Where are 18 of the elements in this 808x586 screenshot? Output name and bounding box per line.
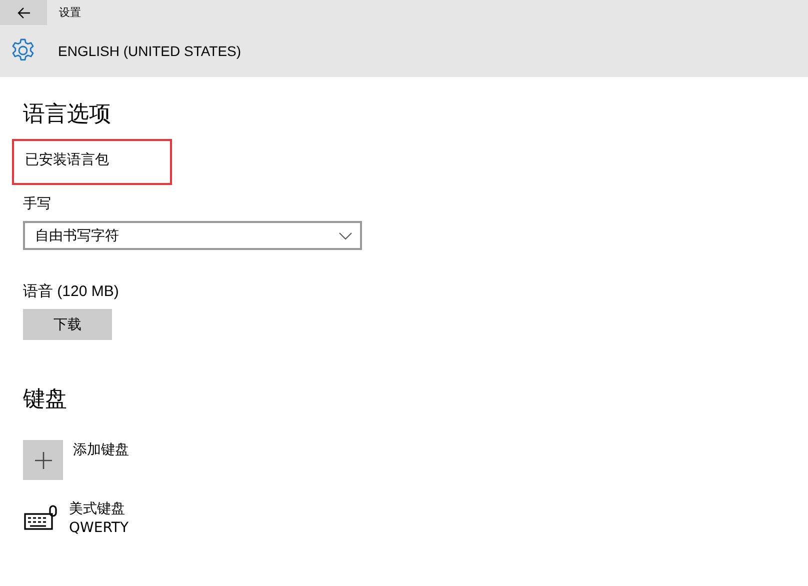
- window-title: 设置: [59, 5, 81, 20]
- download-button[interactable]: 下载: [23, 309, 112, 340]
- page-title: ENGLISH (UNITED STATES): [58, 43, 242, 59]
- field-label: 手写: [23, 195, 51, 213]
- back-button[interactable]: [0, 0, 47, 25]
- section-heading: 语言选项: [23, 101, 111, 129]
- back-arrow-icon: [16, 6, 30, 18]
- status-text: 已安装语言包: [25, 152, 109, 168]
- add-keyboard-button[interactable]: [23, 440, 63, 480]
- keyboard-layout: QWERTY: [69, 519, 129, 538]
- add-keyboard-label: 添加键盘: [73, 441, 129, 459]
- keyboard-name: 美式键盘: [69, 500, 126, 519]
- chevron-down-icon: [339, 232, 352, 240]
- keyboard-icon: [24, 505, 58, 533]
- speech-label: 语音 (120 MB): [23, 282, 119, 301]
- plus-icon: [34, 452, 52, 468]
- handwriting-dropdown[interactable]: 自由书写字符: [23, 221, 362, 250]
- section-heading: 键盘: [23, 386, 67, 414]
